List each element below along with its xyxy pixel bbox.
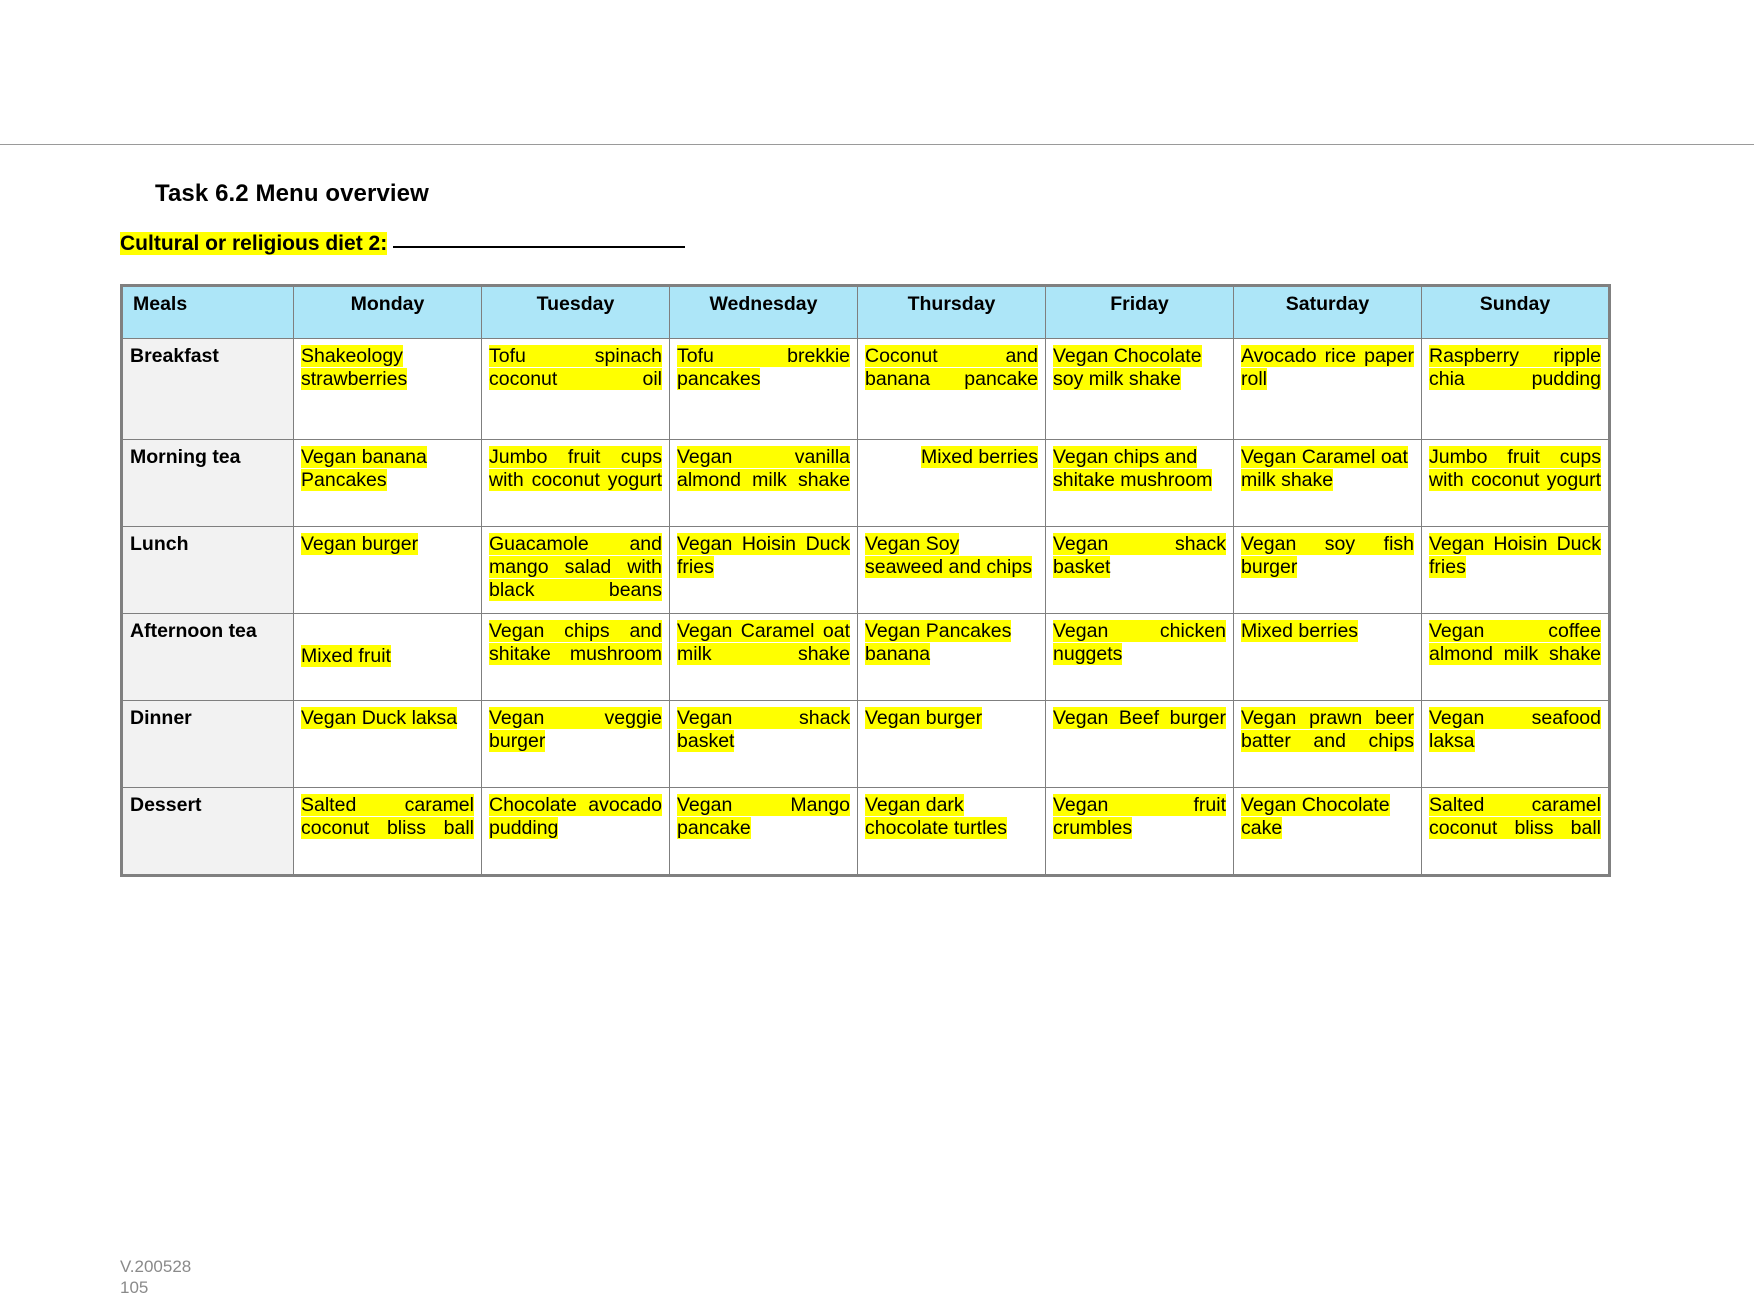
cultural-diet-blank-input[interactable] (393, 246, 686, 248)
footer-version: V.200528 (120, 1257, 192, 1276)
cell-morningtea-monday[interactable]: Vegan banana Pancakes (293, 439, 482, 527)
column-header-wednesday: Wednesday (669, 285, 858, 339)
cell-lunch-tuesday[interactable]: Guacamole and mango salad with black bea… (481, 526, 670, 614)
cell-afternoontea-thursday[interactable]: Vegan Pancakes banana (857, 613, 1046, 701)
cell-morningtea-saturday[interactable]: Vegan Caramel oat milk shake (1233, 439, 1422, 527)
cell-afternoontea-monday[interactable]: Mixed fruit (293, 613, 482, 701)
cell-morningtea-thursday[interactable]: Mixed berries (857, 439, 1046, 527)
table-row: Afternoon tea Mixed fruit Vegan chips an… (121, 613, 1610, 701)
document-page: Task 6.2 Menu overview Cultural or relig… (0, 0, 1754, 1297)
cell-morningtea-friday[interactable]: Vegan chips and shitake mushroom (1045, 439, 1234, 527)
cell-dinner-wednesday[interactable]: Vegan shack basket (669, 700, 858, 788)
cell-breakfast-friday[interactable]: Vegan Chocolate soy milk shake (1045, 338, 1234, 440)
cell-lunch-saturday[interactable]: Vegan soy fish burger (1233, 526, 1422, 614)
menu-overview-table: Meals Monday Tuesday Wednesday Thursday … (120, 284, 1611, 877)
table-row: Dinner Vegan Duck laksa Vegan veggie bur… (121, 700, 1610, 788)
meal-label-afternoon-tea: Afternoon tea (121, 613, 294, 701)
cell-breakfast-saturday[interactable]: Avocado rice paper roll (1233, 338, 1422, 440)
meal-label-breakfast: Breakfast (121, 338, 294, 440)
table-row: Dessert Salted caramel coconut bliss bal… (121, 787, 1610, 876)
column-header-tuesday: Tuesday (481, 285, 670, 339)
cell-dessert-monday[interactable]: Salted caramel coconut bliss ball (293, 787, 482, 876)
cell-afternoontea-friday[interactable]: Vegan chicken nuggets (1045, 613, 1234, 701)
cell-breakfast-thursday[interactable]: Coconut and banana pancake (857, 338, 1046, 440)
cell-lunch-wednesday[interactable]: Vegan Hoisin Duck fries (669, 526, 858, 614)
cell-breakfast-wednesday[interactable]: Tofu brekkie pancakes (669, 338, 858, 440)
table-row: Breakfast Shakeology strawberries Tofu s… (121, 338, 1610, 440)
cell-dinner-sunday[interactable]: Vegan seafood laksa (1421, 700, 1610, 788)
cell-lunch-thursday[interactable]: Vegan Soy seaweed and chips (857, 526, 1046, 614)
cell-breakfast-sunday[interactable]: Raspberry ripple chia pudding (1421, 338, 1610, 440)
cell-morningtea-tuesday[interactable]: Jumbo fruit cups with coconut yogurt (481, 439, 670, 527)
footer-page-number: 105 (120, 1278, 149, 1298)
meal-label-dinner: Dinner (121, 700, 294, 788)
cell-lunch-friday[interactable]: Vegan shack basket (1045, 526, 1234, 614)
page-header-rule (0, 144, 1754, 145)
cell-dinner-monday[interactable]: Vegan Duck laksa (293, 700, 482, 788)
column-header-friday: Friday (1045, 285, 1234, 339)
cell-dinner-tuesday[interactable]: Vegan veggie burger (481, 700, 670, 788)
table-row: Morning tea Vegan banana Pancakes Jumbo … (121, 439, 1610, 527)
cell-dessert-tuesday[interactable]: Chocolate avocado pudding (481, 787, 670, 876)
cell-afternoontea-wednesday[interactable]: Vegan Caramel oat milk shake (669, 613, 858, 701)
table-header-row: Meals Monday Tuesday Wednesday Thursday … (121, 285, 1610, 339)
table-row: Lunch Vegan burger Guacamole and mango s… (121, 526, 1610, 614)
meal-label-dessert: Dessert (121, 787, 294, 876)
page-title: Task 6.2 Menu overview (155, 180, 429, 207)
page-footer: V.200528 105 (120, 1256, 191, 1299)
cell-morningtea-wednesday[interactable]: Vegan vanilla almond milk shake (669, 439, 858, 527)
cell-morningtea-sunday[interactable]: Jumbo fruit cups with coconut yogurt (1421, 439, 1610, 527)
cell-dessert-wednesday[interactable]: Vegan Mango pancake (669, 787, 858, 876)
cell-afternoontea-saturday[interactable]: Mixed berries (1233, 613, 1422, 701)
cultural-diet-label: Cultural or religious diet 2: (120, 232, 388, 255)
cell-lunch-sunday[interactable]: Vegan Hoisin Duck fries (1421, 526, 1610, 614)
cell-dinner-saturday[interactable]: Vegan prawn beer batter and chips (1233, 700, 1422, 788)
column-header-meals: Meals (121, 285, 294, 339)
column-header-saturday: Saturday (1233, 285, 1422, 339)
cell-dinner-thursday[interactable]: Vegan burger (857, 700, 1046, 788)
cell-lunch-monday[interactable]: Vegan burger (293, 526, 482, 614)
meal-label-morning-tea: Morning tea (121, 439, 294, 527)
cell-dessert-friday[interactable]: Vegan fruit crumbles (1045, 787, 1234, 876)
cell-afternoontea-tuesday[interactable]: Vegan chips and shitake mushroom (481, 613, 670, 701)
cultural-diet-field: Cultural or religious diet 2: (120, 232, 686, 256)
cell-afternoontea-sunday[interactable]: Vegan coffee almond milk shake (1421, 613, 1610, 701)
cell-dessert-sunday[interactable]: Salted caramel coconut bliss ball (1421, 787, 1610, 876)
cell-dinner-friday[interactable]: Vegan Beef burger (1045, 700, 1234, 788)
column-header-monday: Monday (293, 285, 482, 339)
cell-dessert-saturday[interactable]: Vegan Chocolate cake (1233, 787, 1422, 876)
column-header-sunday: Sunday (1421, 285, 1610, 339)
cell-breakfast-tuesday[interactable]: Tofu spinach coconut oil (481, 338, 670, 440)
cell-breakfast-monday[interactable]: Shakeology strawberries (293, 338, 482, 440)
cell-dessert-thursday[interactable]: Vegan dark chocolate turtles (857, 787, 1046, 876)
meal-label-lunch: Lunch (121, 526, 294, 614)
column-header-thursday: Thursday (857, 285, 1046, 339)
